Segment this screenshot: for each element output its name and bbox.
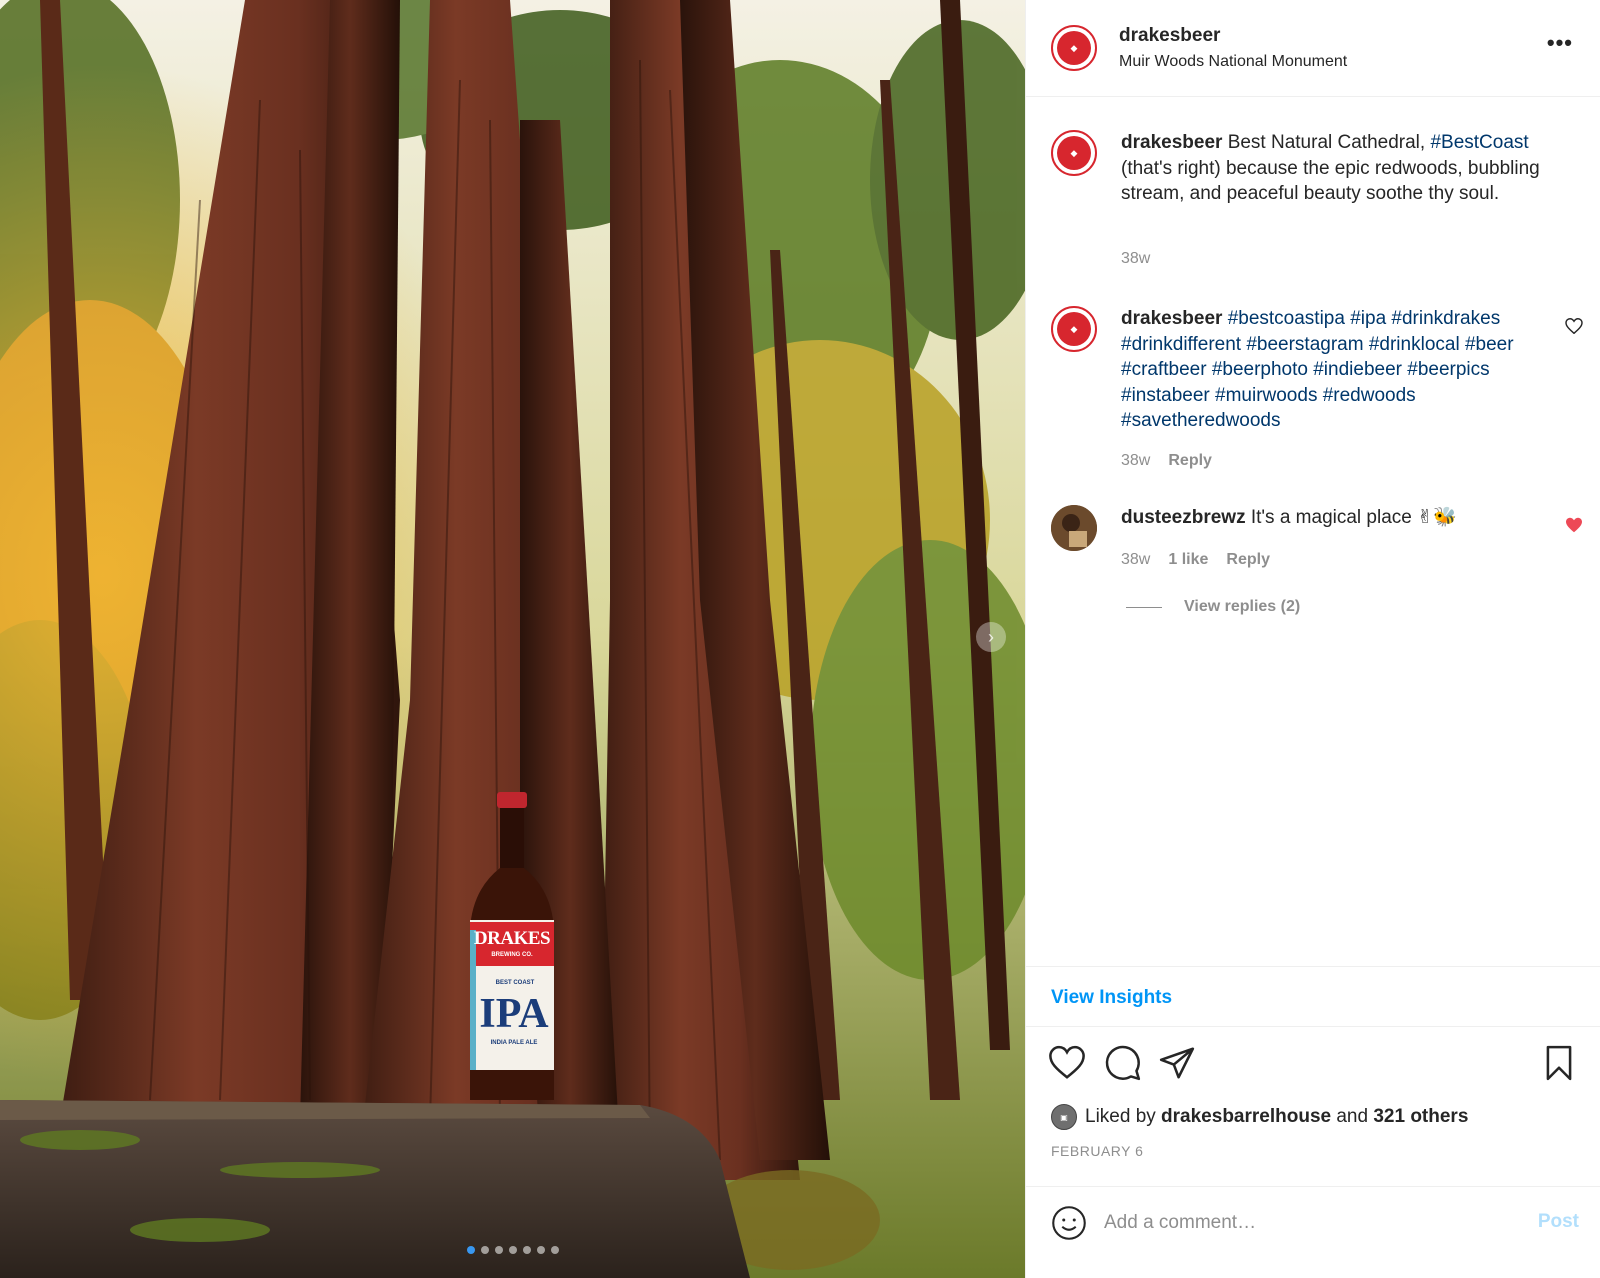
comment-liked-heart-icon[interactable] (1565, 517, 1583, 533)
heart-icon[interactable] (1048, 1044, 1086, 1082)
comment-username[interactable]: drakesbeer (1121, 308, 1222, 329)
view-replies-label: View replies (2) (1184, 598, 1301, 615)
drakes-logo-icon: ◆ (1057, 31, 1091, 65)
carousel-dot (466, 1246, 475, 1254)
avatar[interactable]: ◆ (1051, 130, 1097, 176)
caption-text: drakesbeer Best Natural Cathedral, #Best… (1121, 130, 1561, 207)
comment-timestamp[interactable]: 38w (1121, 551, 1150, 569)
comment-reply-button[interactable]: Reply (1226, 551, 1270, 569)
post-header: ◆ drakesbeer Muir Woods National Monumen… (1026, 0, 1600, 97)
bottle-sub: BREWING CO. (491, 952, 533, 958)
comment-like-heart-icon[interactable] (1565, 318, 1583, 334)
comment-body: It's a magical place ✌🐝 (1250, 507, 1457, 528)
more-icon[interactable]: ••• (1547, 30, 1573, 56)
bottle-style: IPA (479, 991, 549, 1037)
bottle-style-full: INDIA PALE ALE (490, 1040, 538, 1046)
post-date[interactable]: FEBRUARY 6 (1051, 1143, 1143, 1159)
caption-meta: 38w (1121, 250, 1150, 268)
divider-line (1126, 606, 1162, 608)
share-icon[interactable] (1158, 1044, 1196, 1082)
comment-reply-button[interactable]: Reply (1168, 452, 1212, 470)
carousel-dot (522, 1246, 531, 1254)
caption-timestamp[interactable]: 38w (1121, 250, 1150, 268)
post-author-username[interactable]: drakesbeer (1119, 25, 1220, 47)
likes-prefix: Liked by (1085, 1106, 1162, 1127)
caption-body-start: Best Natural Cathedral, (1227, 132, 1431, 153)
carousel-dot (494, 1246, 503, 1254)
bottle-tagline: BEST COAST (495, 980, 535, 986)
user-photo-icon (1051, 505, 1097, 551)
likes-middle: and (1331, 1106, 1374, 1127)
caption-username[interactable]: drakesbeer (1121, 132, 1222, 153)
carousel-dot (536, 1246, 545, 1254)
comment-username[interactable]: dusteezbrewz (1121, 507, 1246, 528)
post-side-panel: ◆ drakesbeer Muir Woods National Monumen… (1025, 0, 1600, 1278)
likes-summary: ▣ Liked by drakesbarrelhouse and 321 oth… (1051, 1104, 1468, 1130)
next-image-button[interactable]: › (976, 622, 1006, 652)
caption-body-end: (that's right) because the epic redwoods… (1121, 157, 1540, 205)
carousel-dot (508, 1246, 517, 1254)
comment-likes-count[interactable]: 1 like (1168, 551, 1208, 569)
view-insights-link[interactable]: View Insights (1051, 987, 1172, 1009)
bookmark-icon[interactable] (1540, 1044, 1578, 1082)
avatar[interactable]: ◆ (1051, 25, 1097, 71)
comment-icon[interactable] (1104, 1044, 1142, 1082)
avatar[interactable] (1051, 505, 1097, 551)
add-comment-bar: Post (1026, 1186, 1600, 1278)
post-location[interactable]: Muir Woods National Monument (1119, 53, 1347, 71)
caption-hashtag[interactable]: #BestCoast (1430, 132, 1528, 153)
comment-input[interactable] (1104, 1207, 1504, 1239)
carousel-dot (550, 1246, 559, 1254)
emoji-icon[interactable] (1051, 1205, 1087, 1241)
carousel-indicator (0, 1246, 1025, 1254)
insights-bar: View Insights (1026, 966, 1600, 1027)
bottle-brand: DRAKES (473, 928, 551, 949)
avatar[interactable]: ▣ (1051, 1104, 1077, 1130)
avatar[interactable]: ◆ (1051, 306, 1097, 352)
comment-meta: 38w 1 like Reply (1121, 551, 1270, 569)
comment-text: drakesbeer #bestcoastipa #ipa #drinkdrak… (1121, 306, 1561, 434)
likes-user[interactable]: drakesbarrelhouse (1161, 1106, 1331, 1127)
comment-timestamp[interactable]: 38w (1121, 452, 1150, 470)
view-replies-button[interactable]: View replies (2) (1126, 598, 1300, 616)
post-actions (1026, 1040, 1600, 1088)
likes-text: Liked by drakesbarrelhouse and 321 other… (1085, 1106, 1468, 1128)
comment-meta: 38w Reply (1121, 452, 1212, 470)
comment-text: dusteezbrewz It's a magical place ✌🐝 (1121, 505, 1561, 531)
post-comment-button[interactable]: Post (1538, 1211, 1579, 1233)
post-image[interactable]: DRAKES BREWING CO. BEST COAST IPA INDIA … (0, 0, 1025, 1278)
redwood-forest-photo (0, 0, 1025, 1278)
likes-others[interactable]: 321 others (1373, 1106, 1468, 1127)
drakes-logo-icon: ◆ (1057, 312, 1091, 346)
drakes-logo-icon: ◆ (1057, 136, 1091, 170)
carousel-dot (480, 1246, 489, 1254)
